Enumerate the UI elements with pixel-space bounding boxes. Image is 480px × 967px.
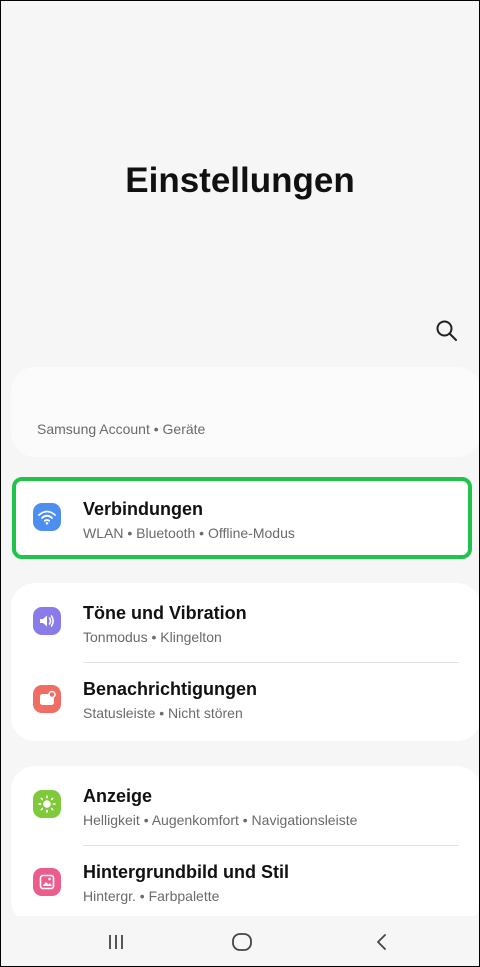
item-title: Benachrichtigungen xyxy=(83,679,258,699)
item-subtitle: Hintergr. • Farbpalette xyxy=(83,888,220,904)
back-button[interactable] xyxy=(367,930,397,954)
item-subtitle: WLAN • Bluetooth • Offline-Modus xyxy=(83,525,295,541)
speaker-icon xyxy=(33,607,61,635)
settings-card-sound: Töne und Vibration Tonmodus • Klingelton… xyxy=(11,583,479,743)
item-title: Anzeige xyxy=(83,786,153,806)
navigation-bar xyxy=(1,916,479,966)
item-title: Verbindungen xyxy=(83,499,204,519)
home-icon xyxy=(232,933,252,951)
home-button[interactable] xyxy=(227,930,257,954)
settings-card-display: Anzeige Helligkeit • Augenkomfort • Navi… xyxy=(11,766,479,926)
page-title: Einstellungen xyxy=(125,161,355,200)
settings-item-sound[interactable]: Töne und Vibration Tonmodus • Klingelton xyxy=(11,583,479,663)
item-subtitle: Tonmodus • Klingelton xyxy=(83,629,222,645)
highlight-box: Verbindungen WLAN • Bluetooth • Offline-… xyxy=(12,477,472,559)
recent-apps-button[interactable] xyxy=(101,930,131,954)
item-subtitle: Statusleiste • Nicht stören xyxy=(83,705,243,721)
image-icon xyxy=(33,868,61,896)
search-icon xyxy=(436,320,457,341)
samsung-account-card[interactable]: Samsung Account • Geräte xyxy=(11,367,479,457)
wifi-icon xyxy=(33,503,61,531)
settings-item-notifications[interactable]: Benachrichtigungen Statusleiste • Nicht … xyxy=(11,663,479,743)
settings-item-display[interactable]: Anzeige Helligkeit • Augenkomfort • Navi… xyxy=(11,766,479,846)
search-button[interactable] xyxy=(433,317,461,345)
item-title: Töne und Vibration xyxy=(83,603,247,623)
item-title: Hintergrundbild und Stil xyxy=(83,862,289,882)
settings-item-wallpaper[interactable]: Hintergrundbild und Stil Hintergr. • Far… xyxy=(11,846,479,926)
recent-apps-icon xyxy=(109,935,123,949)
item-subtitle: Helligkeit • Augenkomfort • Navigationsl… xyxy=(83,812,358,828)
sun-icon xyxy=(33,790,61,818)
settings-screen: Einstellungen Samsung Account • Geräte V… xyxy=(0,0,480,967)
account-subtitle: Samsung Account • Geräte xyxy=(37,421,206,437)
settings-item-verbindungen[interactable]: Verbindungen WLAN • Bluetooth • Offline-… xyxy=(16,481,468,555)
back-icon xyxy=(377,934,386,950)
notification-icon xyxy=(33,685,61,713)
